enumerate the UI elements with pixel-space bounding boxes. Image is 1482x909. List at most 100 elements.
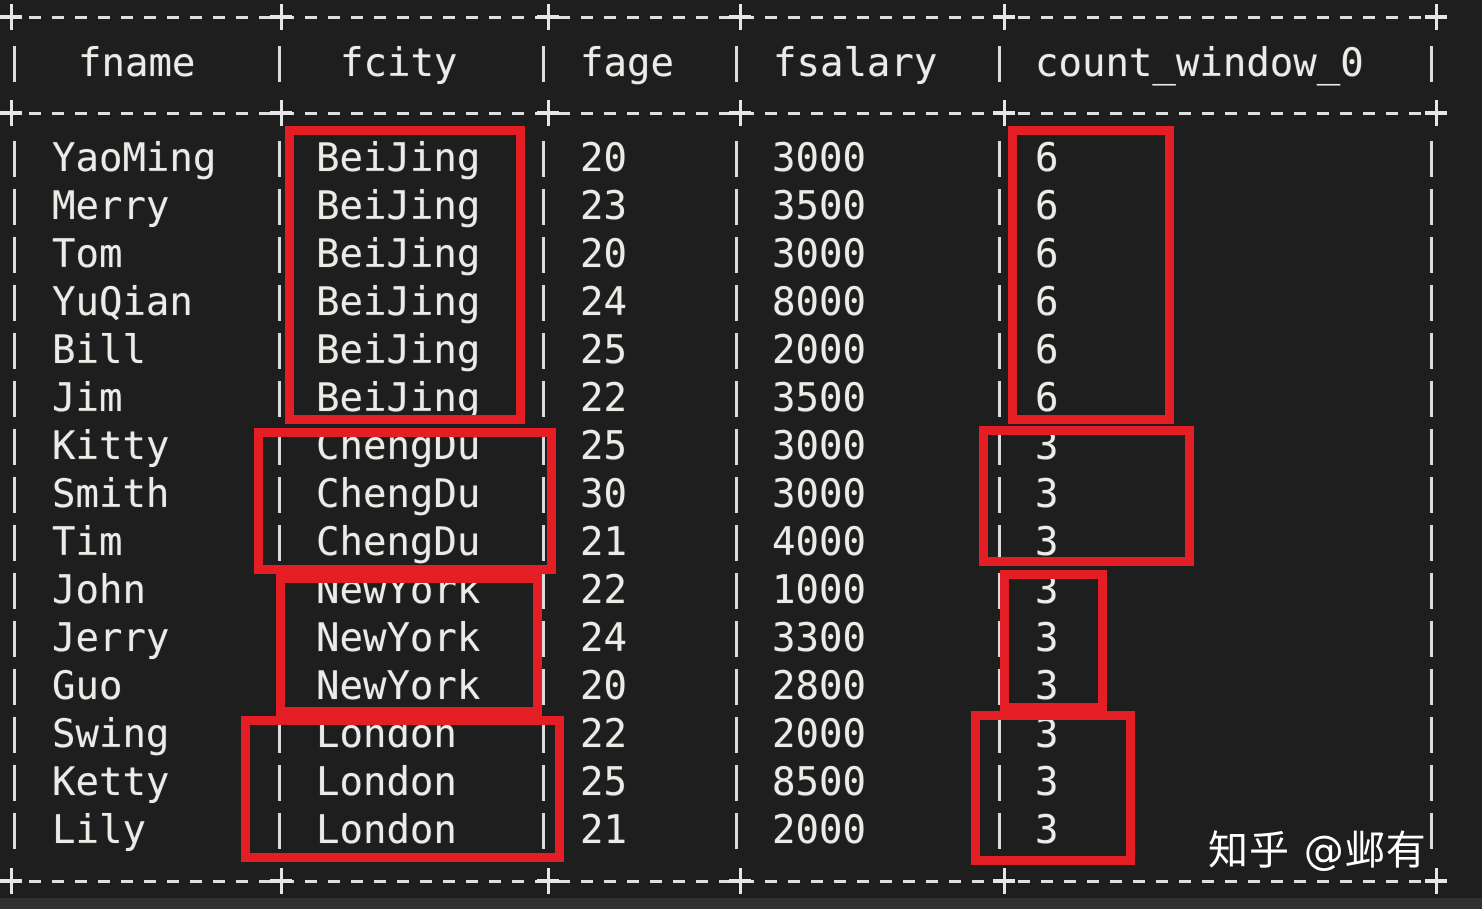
border-corner: [1425, 4, 1447, 30]
cell-fage: 25: [580, 424, 627, 469]
table-row: Ketty London 25 8500 3: [0, 759, 1482, 807]
column-separator: [735, 46, 738, 82]
cell-fage: 24: [580, 616, 627, 661]
column-separator: [542, 237, 545, 273]
cell-count-window: 6: [1035, 328, 1059, 373]
cell-fcity: BeiJing: [316, 280, 481, 325]
column-separator: [735, 669, 738, 705]
column-separator: [278, 573, 281, 609]
cell-fage: 22: [580, 376, 627, 421]
column-separator: [1430, 333, 1433, 369]
table-row: Bill BeiJing 25 2000 6: [0, 327, 1482, 375]
border-dashes: [6, 112, 1440, 115]
cell-fsalary: 2000: [772, 808, 866, 853]
header-fcity: fcity: [340, 41, 458, 86]
column-separator: [542, 717, 545, 753]
column-separator: [1430, 813, 1433, 849]
cell-count-window: 3: [1035, 616, 1059, 661]
column-separator: [735, 477, 738, 513]
cell-fsalary: 8000: [772, 280, 866, 325]
border-corner: [0, 868, 22, 894]
cell-fname: Guo: [52, 664, 123, 709]
cell-fcity: London: [316, 760, 457, 805]
border-junction: [993, 100, 1015, 126]
cell-fsalary: 3300: [772, 616, 866, 661]
column-separator: [278, 477, 281, 513]
table-border-header: [0, 98, 1447, 128]
column-separator: [542, 525, 545, 561]
cell-fname: Smith: [52, 472, 170, 517]
cell-fname: Merry: [52, 184, 170, 229]
column-separator: [998, 141, 1001, 177]
table-row: Swing London 22 2000 3: [0, 711, 1482, 759]
column-separator: [278, 381, 281, 417]
cell-fcity: ChengDu: [316, 520, 481, 565]
column-separator: [13, 477, 16, 513]
column-separator: [998, 813, 1001, 849]
column-separator: [542, 141, 545, 177]
column-separator: [735, 381, 738, 417]
table-row: YuQian BeiJing 24 8000 6: [0, 279, 1482, 327]
watermark: 知乎 @邺有: [1208, 828, 1427, 874]
cell-fsalary: 3000: [772, 424, 866, 469]
column-separator: [13, 237, 16, 273]
terminal-output: fname fcity fage fsalary count_window_0 …: [0, 0, 1482, 898]
header-fage: fage: [580, 41, 674, 86]
column-separator: [278, 765, 281, 801]
table-row: Guo NewYork 20 2800 3: [0, 663, 1482, 711]
column-separator: [278, 525, 281, 561]
column-separator: [1430, 573, 1433, 609]
column-separator: [735, 621, 738, 657]
cell-fage: 25: [580, 328, 627, 373]
column-separator: [542, 669, 545, 705]
cell-fname: Tom: [52, 232, 123, 277]
cell-count-window: 3: [1035, 808, 1059, 853]
cell-fsalary: 4000: [772, 520, 866, 565]
column-separator: [13, 141, 16, 177]
cell-fsalary: 2000: [772, 328, 866, 373]
cell-fcity: NewYork: [316, 616, 481, 661]
cell-fname: Lily: [52, 808, 146, 853]
cell-fsalary: 1000: [772, 568, 866, 613]
border-junction: [270, 4, 292, 30]
table-header-row: fname fcity fage fsalary count_window_0: [0, 40, 1482, 88]
column-separator: [13, 813, 16, 849]
column-separator: [1430, 717, 1433, 753]
column-separator: [998, 237, 1001, 273]
column-separator: [1430, 621, 1433, 657]
cell-count-window: 6: [1035, 376, 1059, 421]
border-corner: [1425, 100, 1447, 126]
border-junction: [993, 4, 1015, 30]
column-separator: [735, 813, 738, 849]
cell-fsalary: 3500: [772, 184, 866, 229]
column-separator: [542, 477, 545, 513]
cell-fname: Ketty: [52, 760, 170, 805]
column-separator: [13, 573, 16, 609]
cell-count-window: 3: [1035, 712, 1059, 757]
column-separator: [735, 525, 738, 561]
column-separator: [278, 429, 281, 465]
column-separator: [542, 285, 545, 321]
column-separator: [542, 813, 545, 849]
border-junction: [729, 868, 751, 894]
cell-fsalary: 3000: [772, 232, 866, 277]
cell-count-window: 3: [1035, 664, 1059, 709]
border-junction: [729, 4, 751, 30]
column-separator: [278, 333, 281, 369]
cell-fcity: BeiJing: [316, 136, 481, 181]
column-separator: [542, 381, 545, 417]
table-row: Tim ChengDu 21 4000 3: [0, 519, 1482, 567]
column-separator: [13, 765, 16, 801]
column-separator: [542, 621, 545, 657]
border-corner: [0, 100, 22, 126]
border-junction: [537, 868, 559, 894]
column-separator: [735, 237, 738, 273]
column-separator: [13, 525, 16, 561]
cell-fcity: London: [316, 712, 457, 757]
cell-fname: Bill: [52, 328, 146, 373]
column-separator: [542, 573, 545, 609]
column-separator: [998, 717, 1001, 753]
column-separator: [542, 429, 545, 465]
cell-fsalary: 2800: [772, 664, 866, 709]
column-separator: [1430, 237, 1433, 273]
